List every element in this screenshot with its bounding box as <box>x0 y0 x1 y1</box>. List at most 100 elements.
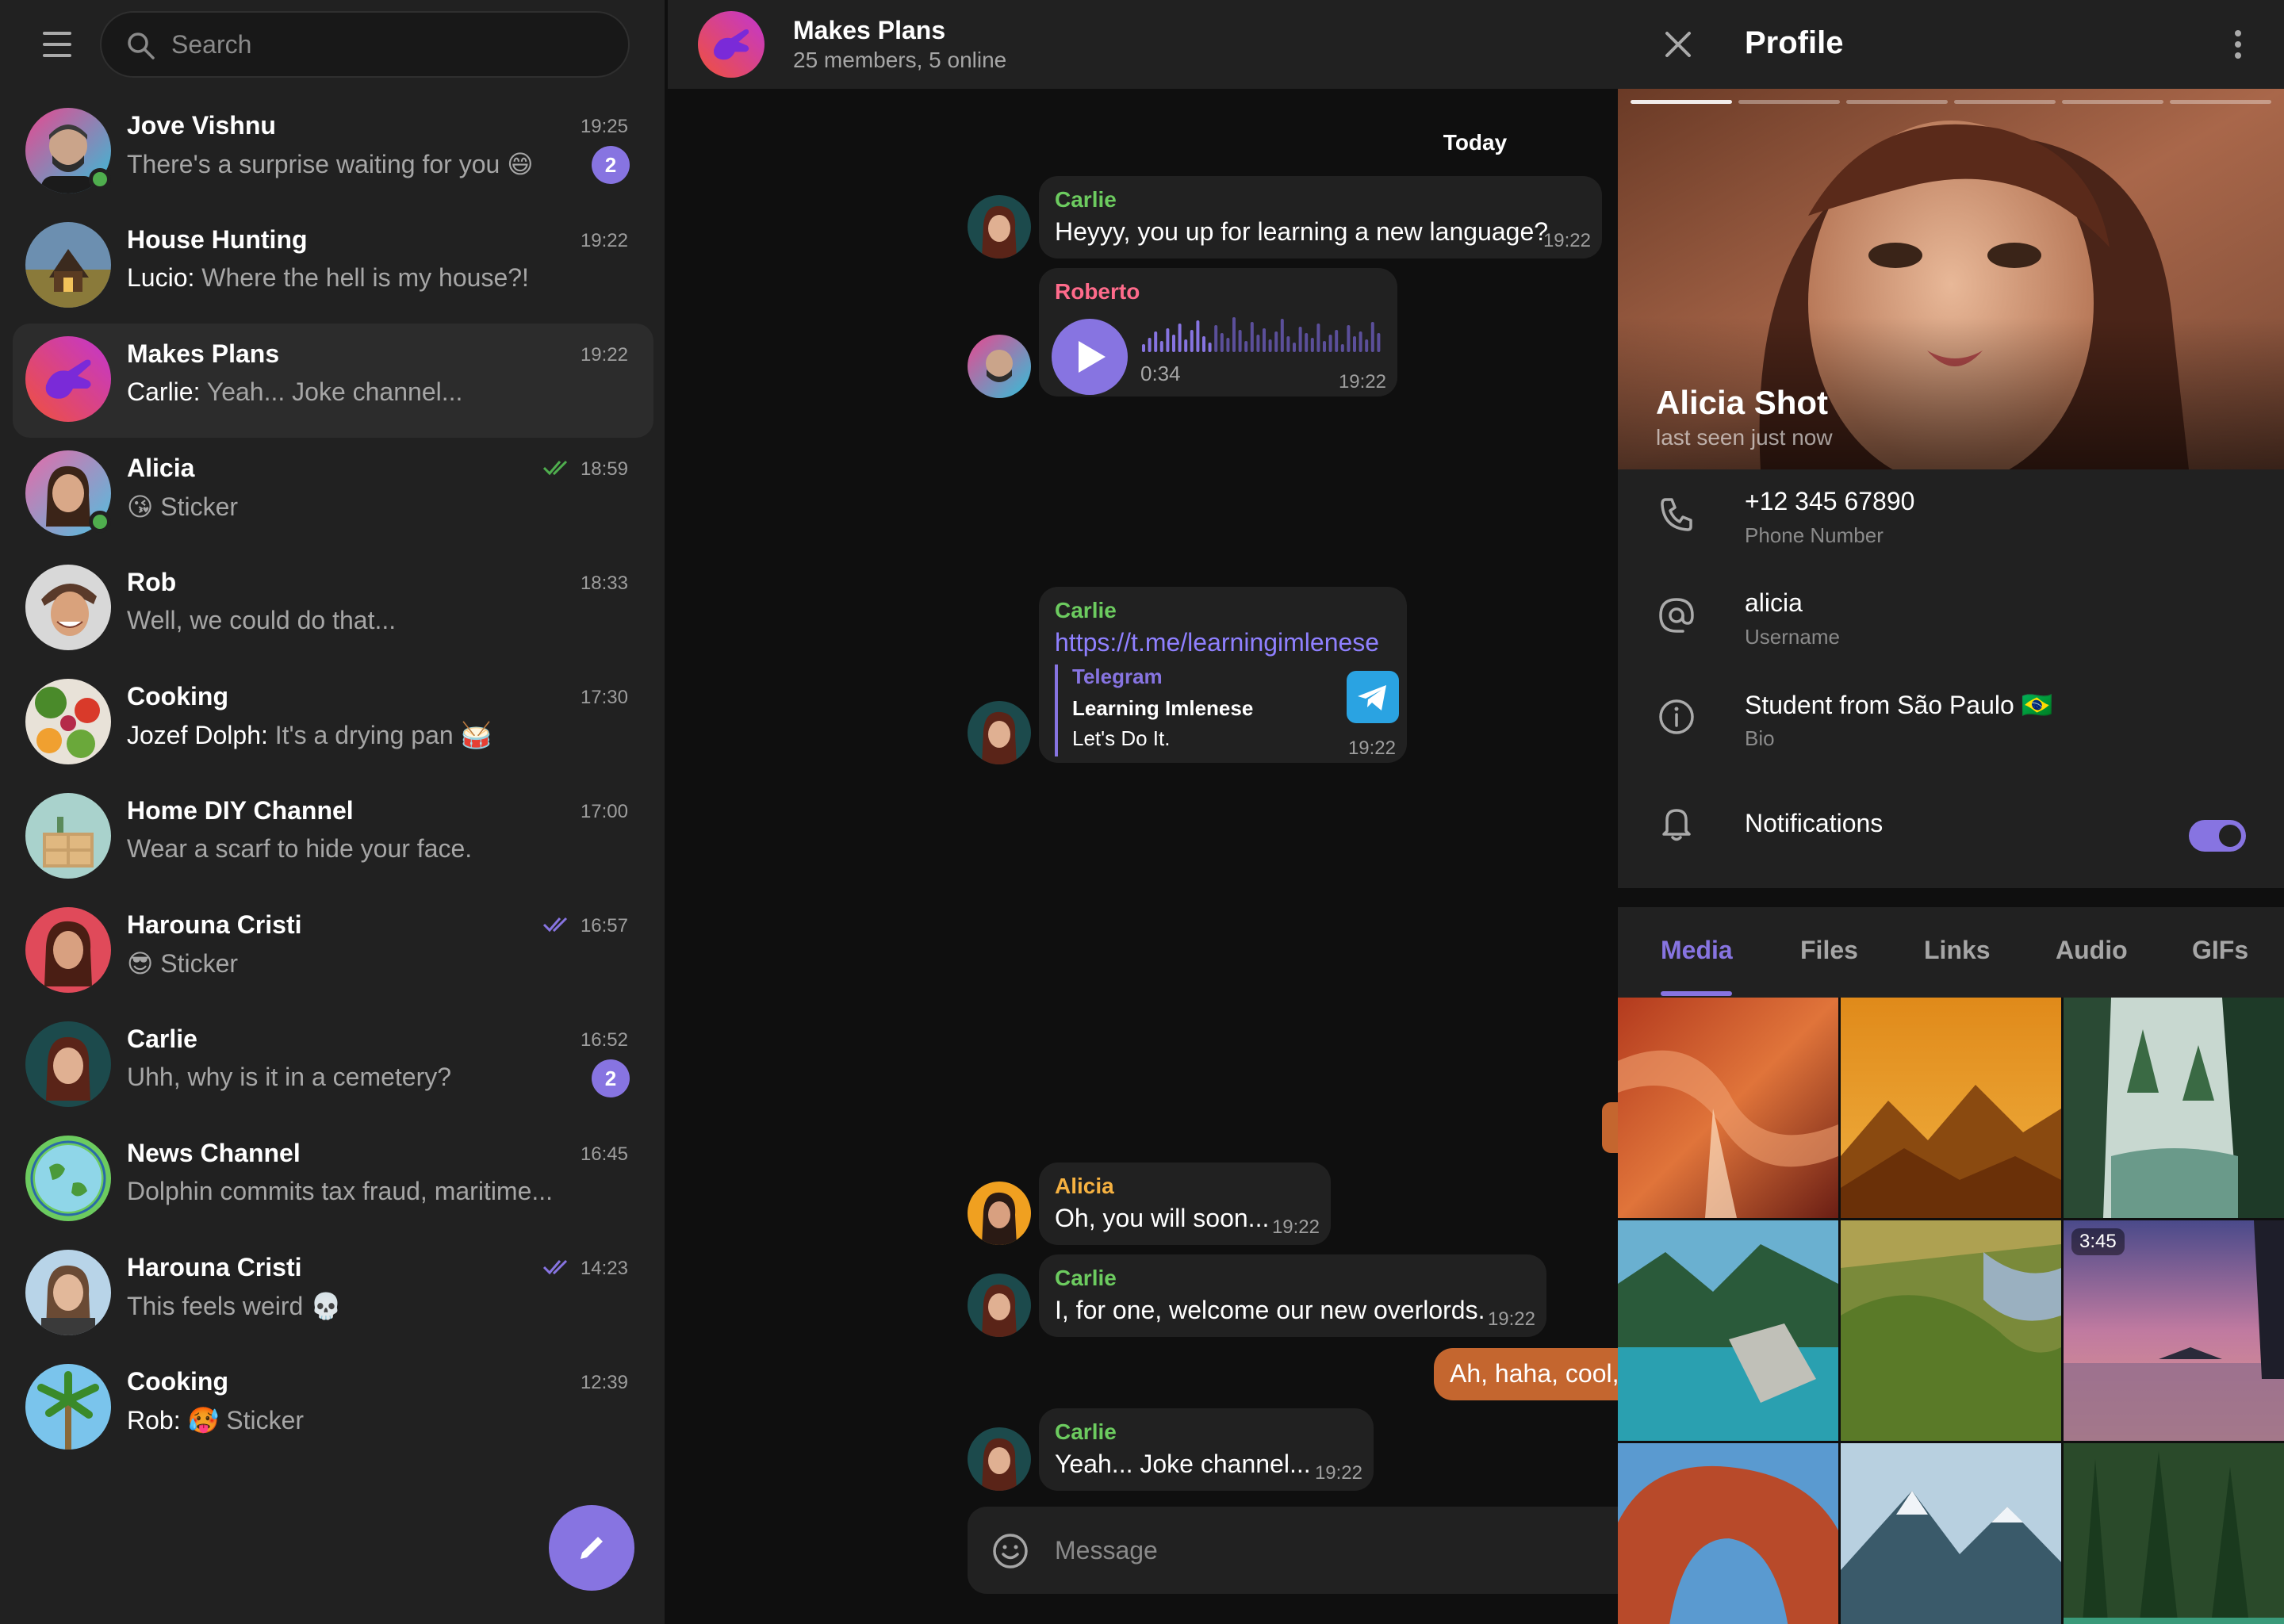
message-input[interactable] <box>1055 1530 1546 1570</box>
chat-item-jove-vishnu[interactable]: Jove Vishnu 19:25 There's a surprise wai… <box>13 95 653 209</box>
bio-row[interactable]: Student from São Paulo 🇧🇷 Bio <box>1618 672 2284 774</box>
scroll-indicator[interactable] <box>1602 1102 1619 1153</box>
chat-time: 19:22 <box>580 344 628 366</box>
chat-title: Home DIY Channel <box>127 796 354 825</box>
phone-row[interactable]: +12 345 67890 Phone Number <box>1618 469 2284 571</box>
link-preview[interactable]: Telegram Learning Imlenese Let's Do It. <box>1055 665 1399 756</box>
chat-title: Carlie <box>127 1025 197 1053</box>
tab-media[interactable]: Media <box>1661 936 1733 965</box>
avatar[interactable] <box>968 1274 1031 1337</box>
more-options-icon[interactable] <box>2219 25 2257 63</box>
message-bubble[interactable]: Alicia Oh, you will soon... 19:22 <box>1039 1162 1331 1245</box>
message-bubble[interactable]: Carlie I, for one, welcome our new overl… <box>1039 1254 1546 1337</box>
username-row[interactable]: alicia Username <box>1618 571 2284 672</box>
media-thumbnail[interactable] <box>2064 1443 2284 1624</box>
outgoing-message-bubble[interactable]: Ah, haha, cool, <box>1434 1348 1640 1400</box>
chat-time: 16:57 <box>580 915 628 936</box>
phone-icon <box>1661 498 1692 531</box>
chat-time: 19:22 <box>580 230 628 251</box>
avatar <box>25 222 111 308</box>
compose-button[interactable] <box>549 1505 634 1591</box>
close-icon[interactable] <box>1659 25 1697 63</box>
chat-title: Cooking <box>127 682 228 710</box>
media-thumbnail[interactable] <box>1841 1220 2061 1441</box>
chat-preview: 😘 Sticker <box>127 492 239 521</box>
hamburger-menu-icon[interactable] <box>35 29 79 60</box>
avatar <box>25 1250 111 1335</box>
message-link[interactable]: https://t.me/learningimlenese <box>1055 628 1379 657</box>
chat-item-makes-plans[interactable]: Makes Plans 19:22 Carlie: Yeah... Joke c… <box>13 324 653 438</box>
avatar <box>25 793 111 879</box>
message-time: 19:22 <box>1487 1308 1535 1330</box>
shared-media-tabs: Media Files Links Audio GIFs <box>1618 907 2284 998</box>
media-thumbnail[interactable] <box>1841 998 2061 1218</box>
chat-item-cooking[interactable]: Cooking 12:39 Rob: 🥵 Sticker <box>13 1351 653 1465</box>
profile-photo[interactable]: Alicia Shot last seen just now <box>1618 89 2284 469</box>
chat-item-cooking[interactable]: Cooking 17:30 Jozef Dolph: It's a drying… <box>13 666 653 780</box>
message-bubble[interactable]: Carlie Yeah... Joke channel... 19:22 <box>1039 1408 1374 1491</box>
chat-preview: Dolphin commits tax fraud, maritime... <box>127 1177 554 1205</box>
avatar[interactable] <box>968 701 1031 764</box>
video-thumbnail[interactable]: 3:45 <box>2064 1220 2284 1441</box>
chat-time: 14:23 <box>580 1258 628 1279</box>
chat-item-carlie[interactable]: Carlie 16:52 Uhh, why is it in a cemeter… <box>13 1009 653 1123</box>
link-preview-title: Learning Imlenese <box>1072 696 1254 720</box>
profile-header: Profile <box>1618 0 2284 89</box>
avatar[interactable] <box>968 335 1031 398</box>
preview-text: 🥵 Sticker <box>180 1406 305 1434</box>
chat-time: 18:33 <box>580 573 628 594</box>
media-thumbnail[interactable] <box>2064 998 2284 1218</box>
double-check-icon <box>542 917 568 933</box>
voice-message-bubble[interactable]: Roberto 0:34 19:22 <box>1039 268 1397 396</box>
unread-badge: 2 <box>592 1059 630 1097</box>
date-label: Today <box>1443 130 1508 155</box>
search-input[interactable] <box>171 25 600 63</box>
online-indicator <box>89 168 111 190</box>
at-sign-icon <box>1659 598 1694 633</box>
chat-item-harouna-cristi[interactable]: Harouna Cristi 16:57 😎 Sticker <box>13 894 653 1009</box>
chat-item-harouna-cristi[interactable]: Harouna Cristi 14:23 This feels weird 💀 <box>13 1237 653 1351</box>
preview-text: It's a drying pan 🥁 <box>267 721 492 749</box>
avatar[interactable] <box>968 195 1031 259</box>
chat-title: Makes Plans <box>793 16 946 44</box>
media-thumbnail[interactable] <box>1618 1443 1838 1624</box>
search-icon <box>128 33 155 59</box>
chat-item-house-hunting[interactable]: House Hunting 19:22 Lucio: Where the hel… <box>13 209 653 324</box>
group-avatar[interactable] <box>698 11 765 78</box>
tab-gifs[interactable]: GIFs <box>2192 936 2248 965</box>
telegram-logo-icon <box>1347 671 1399 723</box>
message-composer[interactable] <box>968 1507 1618 1594</box>
chat-item-rob[interactable]: Rob 18:33 Well, we could do that... <box>13 552 653 666</box>
avatar[interactable] <box>968 1427 1031 1491</box>
media-thumbnail[interactable] <box>1841 1443 2061 1624</box>
search-bar[interactable] <box>100 11 630 78</box>
chat-preview: 😎 Sticker <box>127 949 239 978</box>
emoji-icon[interactable] <box>991 1532 1029 1570</box>
link-message-bubble[interactable]: Carlie https://t.me/learningimlenese Tel… <box>1039 587 1407 763</box>
chat-time: 17:30 <box>580 687 628 708</box>
chat-header[interactable]: Makes Plans 25 members, 5 online <box>668 0 1618 89</box>
chat-item-alicia[interactable]: Alicia 18:59 😘 Sticker <box>13 438 653 552</box>
media-thumbnail[interactable] <box>1618 998 1838 1218</box>
notifications-toggle[interactable] <box>2189 820 2246 852</box>
tab-files[interactable]: Files <box>1800 936 1858 965</box>
message-sender: Carlie <box>1055 598 1117 622</box>
avatar[interactable] <box>968 1182 1031 1245</box>
message-bubble[interactable]: Carlie Heyyy, you up for learning a new … <box>1039 176 1602 259</box>
chat-item-news-channel[interactable]: News Channel 16:45 Dolphin commits tax f… <box>13 1123 653 1237</box>
message-text: Oh, you will soon... <box>1055 1204 1270 1232</box>
chat-list: Jove Vishnu 19:25 There's a surprise wai… <box>13 95 653 1465</box>
tab-links[interactable]: Links <box>1924 936 1991 965</box>
notifications-row[interactable]: Notifications <box>1618 774 2284 875</box>
tab-audio[interactable]: Audio <box>2056 936 2128 965</box>
media-thumbnail[interactable] <box>1618 1220 1838 1441</box>
chat-title: Rob <box>127 568 177 596</box>
chat-title: Cooking <box>127 1367 228 1396</box>
chat-item-home-diy-channel[interactable]: Home DIY Channel 17:00 Wear a scarf to h… <box>13 780 653 894</box>
play-button[interactable] <box>1052 319 1128 395</box>
chat-time: 17:00 <box>580 801 628 822</box>
unread-badge: 2 <box>592 146 630 184</box>
preview-text: Where the hell is my house?! <box>194 263 529 292</box>
bio-text: Student from São Paulo 🇧🇷 <box>1745 691 2053 719</box>
phone-label: Phone Number <box>1745 523 1884 547</box>
